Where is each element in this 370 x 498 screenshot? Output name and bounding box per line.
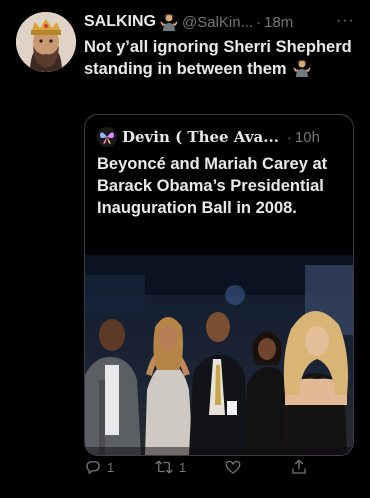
quoted-tweet-header: Devin ( Thee Ava... · 10h [97, 127, 320, 147]
tweet-time[interactable]: 18m [264, 14, 293, 31]
tweet-actions: 1 1 [84, 458, 352, 482]
more-options-icon[interactable]: ··· [336, 12, 355, 30]
author-handle[interactable]: @SalKin... [182, 14, 253, 31]
heart-icon [225, 460, 241, 474]
tweet-header: SALKING @SalKin... · 18m [84, 12, 293, 32]
tweet-text: Not y’all ignoring Sherri Shepherd stand… [84, 36, 354, 80]
king-avatar-icon [16, 12, 76, 72]
person-shrugging-emoji-icon [160, 13, 178, 31]
reply-button[interactable]: 1 [84, 458, 114, 476]
separator: · [286, 128, 292, 146]
quoted-tweet[interactable]: Devin ( Thee Ava... · 10h Beyoncé and Ma… [84, 114, 354, 456]
author-avatar[interactable] [16, 12, 76, 72]
reply-icon [86, 461, 100, 475]
quoted-author-avatar[interactable] [97, 127, 117, 147]
retweet-button[interactable]: 1 [154, 458, 186, 476]
butterfly-avatar-icon [97, 127, 117, 147]
tweet-text-content: Not y’all ignoring Sherri Shepherd stand… [84, 38, 352, 78]
share-icon [292, 459, 306, 474]
author-name[interactable]: SALKING [84, 13, 156, 31]
tweet[interactable]: SALKING @SalKin... · 18m ··· Not y’all i… [0, 0, 370, 498]
quoted-tweet-text: Beyoncé and Mariah Carey at Barack Obama… [97, 155, 328, 217]
person-shrugging-emoji-icon [293, 59, 311, 77]
retweet-icon [155, 460, 173, 474]
reply-count: 1 [107, 459, 115, 475]
separator: · [256, 13, 262, 31]
like-button[interactable] [224, 458, 247, 476]
event-photo[interactable] [85, 255, 353, 455]
quoted-tweet-time[interactable]: 10h [295, 129, 320, 146]
quoted-author-name[interactable]: Devin ( Thee Ava... [122, 128, 279, 146]
share-button[interactable] [290, 458, 313, 476]
retweet-count: 1 [179, 459, 187, 475]
